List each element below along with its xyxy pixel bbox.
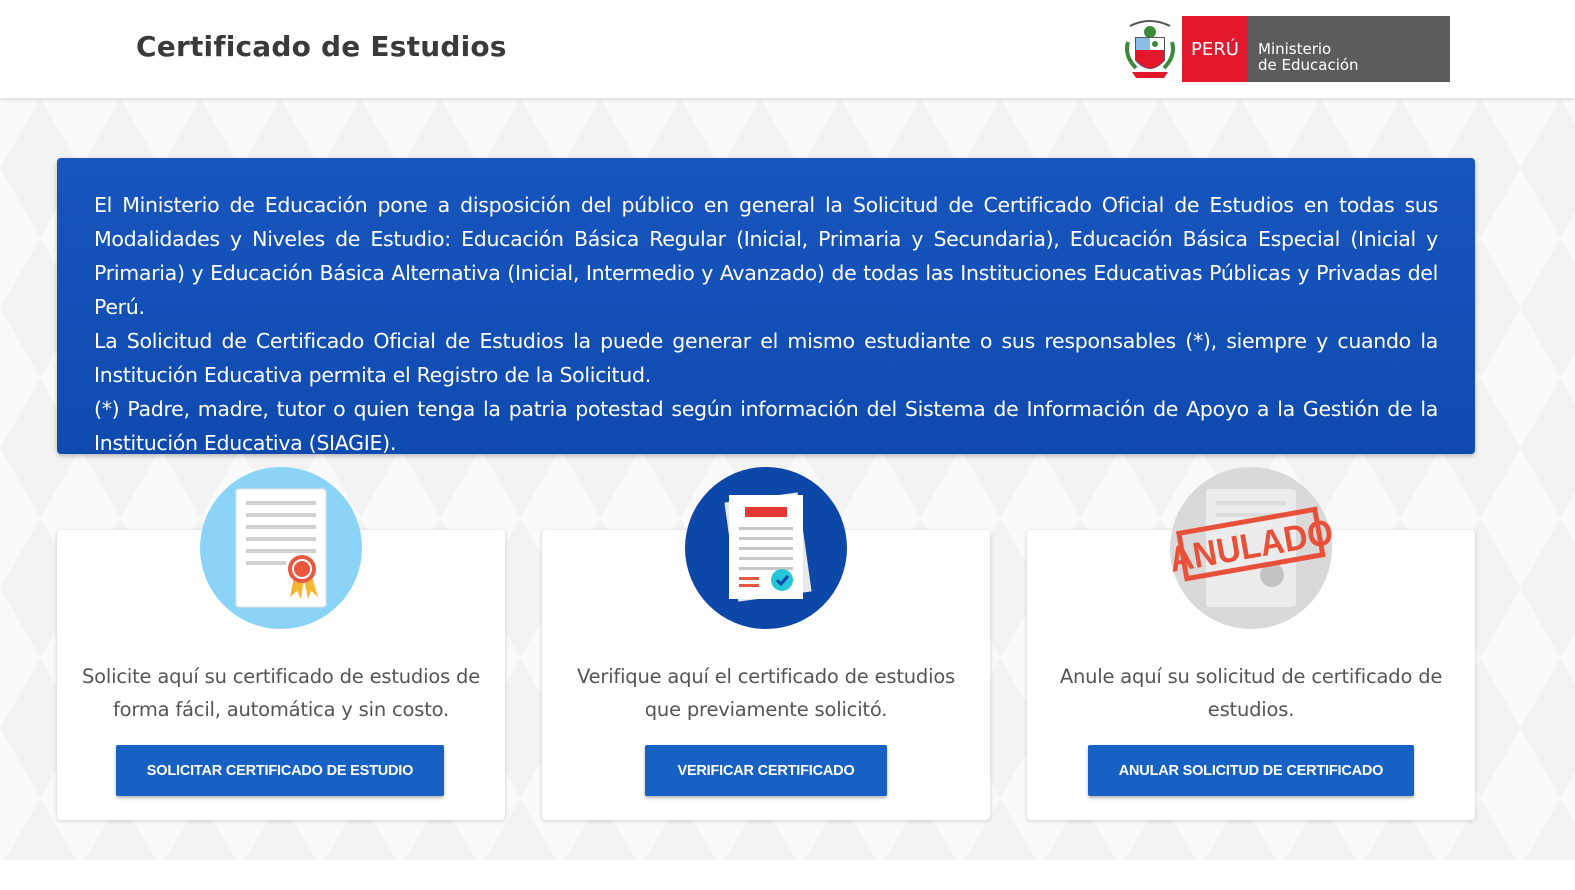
header: Certificado de Estudios PERÚ Ministerio … xyxy=(0,0,1575,98)
cancel-card-text: Anule aquí su solicitud de certificado d… xyxy=(1059,665,1443,721)
ministry-line1: Ministerio xyxy=(1258,40,1332,58)
page-title: Certificado de Estudios xyxy=(136,30,507,63)
verify-document-icon xyxy=(685,467,847,629)
ministry-label: Ministerio de Educación xyxy=(1248,16,1450,82)
verify-certificate-button[interactable]: VERIFICAR CERTIFICADO xyxy=(645,745,887,796)
certificate-icon xyxy=(200,467,362,629)
coat-of-arms-icon xyxy=(1125,20,1175,78)
cancel-request-button[interactable]: ANULAR SOLICITUD DE CERTIFICADO xyxy=(1088,745,1414,796)
minedu-logo[interactable]: PERÚ Ministerio de Educación xyxy=(1122,16,1450,82)
banner-paragraph-3: (*) Padre, madre, tutor o quien tenga la… xyxy=(94,397,1438,455)
cancelled-certificate-icon: ANULADO xyxy=(1170,467,1332,629)
request-card-text: Solicite aquí su certificado de estudios… xyxy=(82,665,480,721)
footer-strip xyxy=(0,860,1575,890)
banner-paragraph-1: El Ministerio de Educación pone a dispos… xyxy=(94,193,1438,319)
peru-label: PERÚ xyxy=(1182,16,1248,82)
banner-paragraph-2: La Solicitud de Certificado Oficial de E… xyxy=(94,329,1438,387)
info-banner: El Ministerio de Educación pone a dispos… xyxy=(57,158,1475,455)
request-certificate-button[interactable]: SOLICITAR CERTIFICADO DE ESTUDIO xyxy=(116,745,444,796)
verify-card-text: Verifique aquí el certificado de estudio… xyxy=(576,665,956,721)
ministry-line2: de Educación xyxy=(1258,56,1359,74)
